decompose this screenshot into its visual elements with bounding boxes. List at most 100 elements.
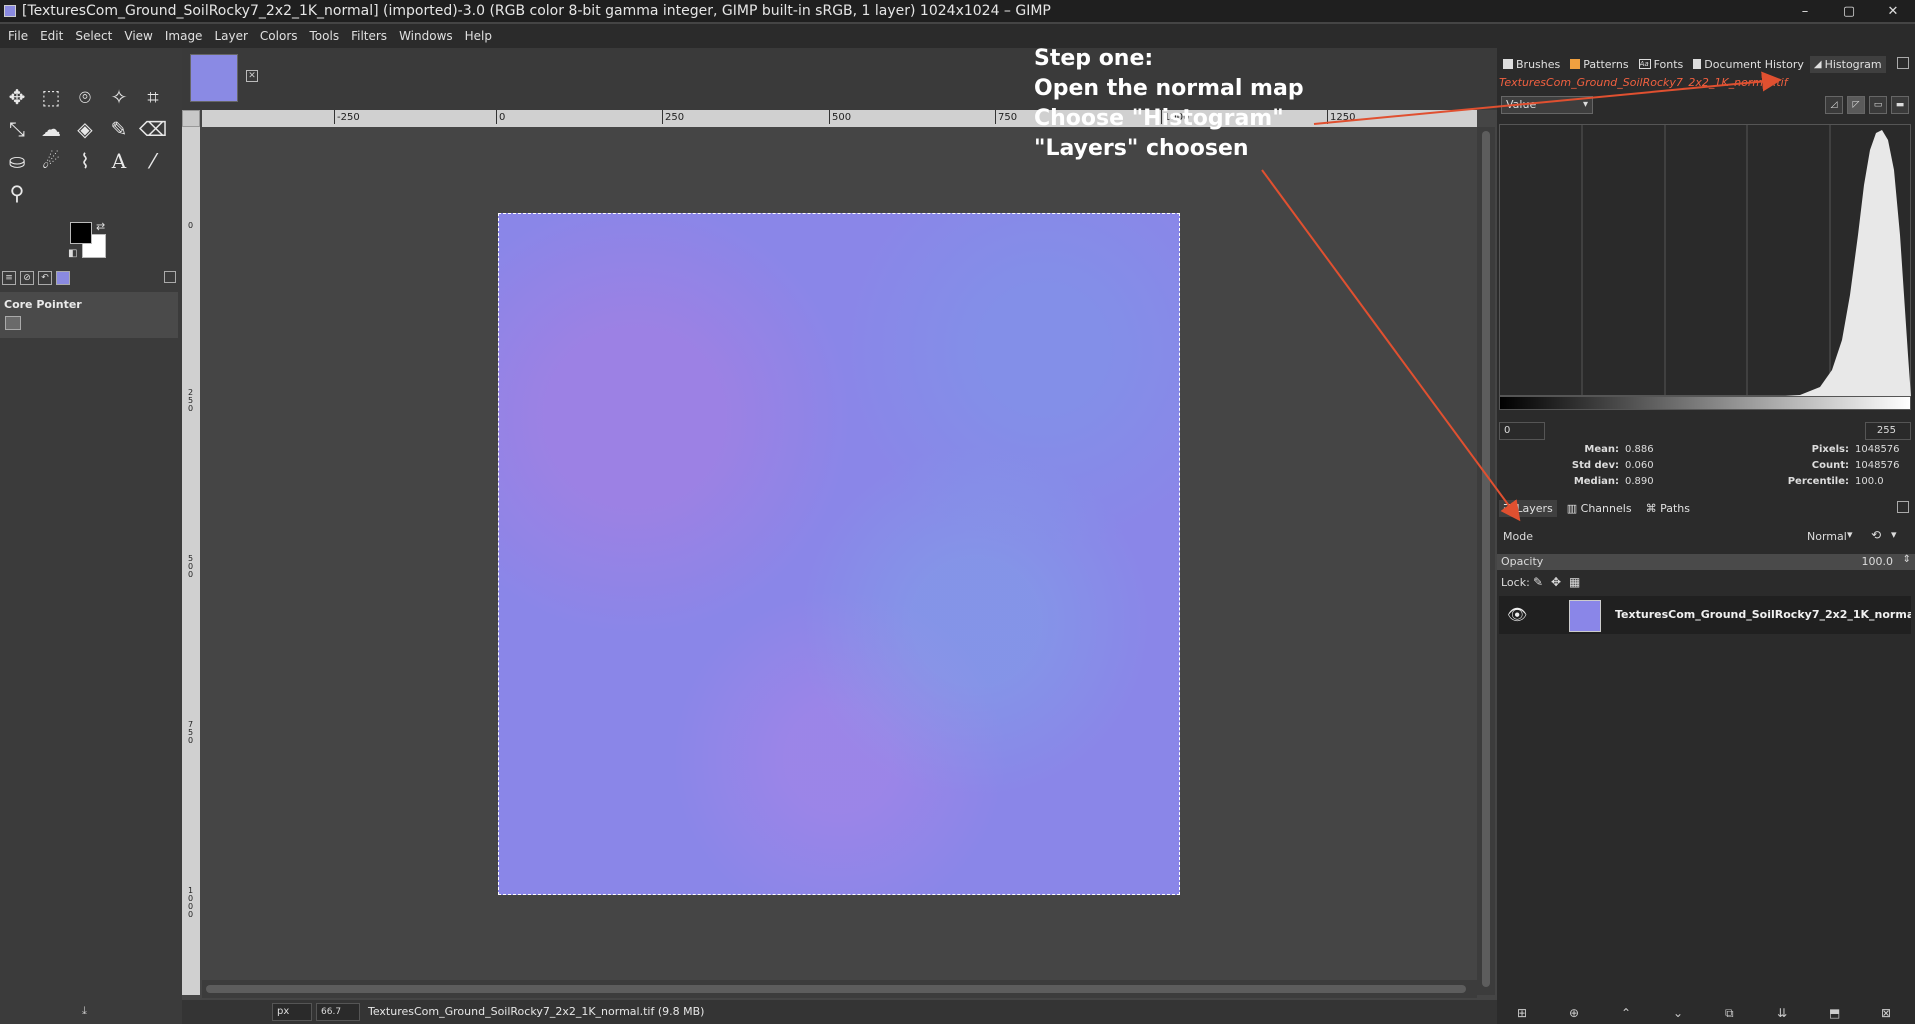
- chevron-down-icon[interactable]: ▾: [1891, 528, 1897, 541]
- mask-layer-icon[interactable]: ⬒: [1829, 1006, 1840, 1020]
- image-tab-thumbnail[interactable]: [190, 54, 238, 102]
- mode-select[interactable]: Normal: [1807, 530, 1847, 543]
- menu-image[interactable]: Image: [159, 29, 209, 43]
- tab-fonts[interactable]: Aa Fonts: [1635, 56, 1688, 73]
- menu-tools[interactable]: Tools: [304, 29, 346, 43]
- layer-row[interactable]: 👁 TexturesCom_Ground_SoilRocky7_2x2_1K_n…: [1499, 596, 1911, 634]
- spin-arrows-icon[interactable]: ⇕: [1903, 554, 1911, 565]
- zoom-select[interactable]: 66.7: [316, 1003, 360, 1021]
- dock-menu-icon[interactable]: [164, 271, 176, 283]
- transform-tool-icon[interactable]: ⤡: [4, 116, 30, 142]
- histogram-plot[interactable]: [1499, 124, 1911, 397]
- ruler-tick: 0: [495, 110, 506, 124]
- tool-options-tab-icon[interactable]: ≡: [2, 271, 16, 285]
- paths-icon: ⌘: [1645, 501, 1661, 515]
- dock-menu-icon[interactable]: [1897, 501, 1909, 513]
- line-view-icon[interactable]: ▬: [1891, 96, 1909, 114]
- lock-position-icon[interactable]: ✥: [1551, 575, 1561, 589]
- stat-label: Percentile:: [1787, 476, 1849, 487]
- menu-filters[interactable]: Filters: [345, 29, 393, 43]
- histogram-channel-select[interactable]: Value ▾: [1501, 96, 1593, 114]
- merge-layer-icon[interactable]: ⇊: [1777, 1006, 1787, 1020]
- foreground-color[interactable]: [70, 222, 92, 244]
- ruler-tick: 250: [661, 110, 685, 124]
- maximize-button[interactable]: ▢: [1827, 0, 1871, 22]
- color-picker-tool-icon[interactable]: ⁄: [140, 148, 166, 174]
- menu-help[interactable]: Help: [459, 29, 498, 43]
- linear-scale-icon[interactable]: ◿: [1825, 96, 1843, 114]
- menu-colors[interactable]: Colors: [254, 29, 304, 43]
- dock-menu-icon[interactable]: [1897, 57, 1909, 69]
- lock-pixels-icon[interactable]: ✎: [1533, 575, 1543, 589]
- menu-windows[interactable]: Windows: [393, 29, 459, 43]
- minimize-button[interactable]: –: [1783, 0, 1827, 22]
- vertical-ruler[interactable]: 0 250 500 750 1000: [182, 127, 200, 995]
- zoom-tool-icon[interactable]: ⚲: [4, 180, 30, 206]
- undo-history-tab-icon[interactable]: ↶: [38, 271, 52, 285]
- raise-layer-icon[interactable]: ⌃: [1621, 1006, 1631, 1020]
- menu-edit[interactable]: Edit: [34, 29, 69, 43]
- duplicate-layer-icon[interactable]: ⧉: [1725, 1006, 1734, 1021]
- tab-channels[interactable]: ▥ Channels: [1563, 500, 1636, 517]
- rect-select-tool-icon[interactable]: ⬚: [38, 84, 64, 110]
- scroll-thumb[interactable]: [1482, 131, 1490, 987]
- warp-tool-icon[interactable]: ☁: [38, 116, 64, 142]
- vertical-scrollbar[interactable]: [1477, 127, 1495, 995]
- lasso-tool-icon[interactable]: ⌾: [72, 84, 98, 110]
- new-layer-group-icon[interactable]: ⊞: [1517, 1006, 1527, 1020]
- horizontal-scrollbar[interactable]: [202, 980, 1477, 998]
- annotation-line: Open the normal map: [1034, 76, 1304, 101]
- tab-layers[interactable]: ☰ Layers: [1499, 499, 1557, 517]
- stat-label: Mean:: [1584, 444, 1619, 455]
- menu-file[interactable]: File: [2, 29, 34, 43]
- menu-select[interactable]: Select: [69, 29, 118, 43]
- log-scale-icon[interactable]: ◸: [1847, 96, 1865, 114]
- menu-view[interactable]: View: [118, 29, 158, 43]
- normal-map-image[interactable]: [498, 213, 1180, 895]
- tab-histogram[interactable]: ◢ Histogram: [1809, 55, 1886, 73]
- paintbrush-tool-icon[interactable]: ✎: [106, 116, 132, 142]
- layer-name[interactable]: TexturesCom_Ground_SoilRocky7_2x2_1K_nor…: [1615, 608, 1911, 621]
- tab-label: Histogram: [1824, 57, 1882, 71]
- text-tool-icon[interactable]: A: [106, 148, 132, 174]
- mode-label: Mode: [1503, 530, 1533, 543]
- eye-icon[interactable]: 👁: [1507, 605, 1527, 624]
- fuzzy-select-tool-icon[interactable]: ✧: [106, 84, 132, 110]
- range-min-input[interactable]: 0: [1499, 422, 1545, 440]
- close-image-tab-icon[interactable]: ✕: [246, 70, 258, 82]
- chevron-down-icon[interactable]: ▾: [1847, 528, 1853, 541]
- device-status-tab-icon[interactable]: ⊘: [20, 271, 34, 285]
- ruler-corner-button[interactable]: [182, 110, 200, 127]
- opacity-slider[interactable]: Opacity 100.0 ⇕: [1497, 554, 1915, 570]
- lock-alpha-icon[interactable]: ▦: [1569, 575, 1580, 589]
- smudge-tool-icon[interactable]: ☄: [38, 148, 64, 174]
- bucket-fill-tool-icon[interactable]: ◈: [72, 116, 98, 142]
- delete-layer-icon[interactable]: ⊠: [1881, 1006, 1891, 1020]
- tab-document-history[interactable]: Document History: [1689, 56, 1808, 73]
- menu-layer[interactable]: Layer: [208, 29, 253, 43]
- lower-layer-icon[interactable]: ⌄: [1673, 1006, 1683, 1020]
- histogram-value-gradient[interactable]: [1499, 396, 1911, 410]
- tab-patterns[interactable]: Patterns: [1566, 56, 1632, 73]
- title-bar: [TexturesCom_Ground_SoilRocky7_2x2_1K_no…: [0, 0, 1915, 22]
- reset-colors-icon[interactable]: ◧: [68, 248, 77, 259]
- swap-colors-icon[interactable]: ⇄: [96, 220, 105, 233]
- clone-tool-icon[interactable]: ⛀: [4, 148, 30, 174]
- crop-tool-icon[interactable]: ⌗: [140, 84, 166, 110]
- eraser-tool-icon[interactable]: ⌫: [139, 116, 167, 142]
- reset-mode-icon[interactable]: ⟲: [1871, 528, 1881, 542]
- toolbox-bottom-icon[interactable]: ⤓: [82, 1004, 87, 1018]
- new-layer-icon[interactable]: ⊕: [1569, 1006, 1579, 1020]
- tab-label: Brushes: [1516, 57, 1561, 71]
- close-button[interactable]: ✕: [1871, 0, 1915, 22]
- bar-view-icon[interactable]: ▭: [1869, 96, 1887, 114]
- scroll-thumb[interactable]: [206, 985, 1466, 993]
- move-tool-icon[interactable]: ✥: [4, 84, 30, 110]
- paths-tool-icon[interactable]: ⌇: [72, 148, 98, 174]
- tab-brushes[interactable]: Brushes: [1499, 56, 1564, 73]
- range-max-input[interactable]: 255: [1865, 422, 1911, 440]
- fg-bg-colors[interactable]: ⇄ ◧: [66, 218, 116, 262]
- images-tab-icon[interactable]: [56, 271, 70, 285]
- unit-select[interactable]: px: [272, 1003, 312, 1021]
- tab-paths[interactable]: ⌘ Paths: [1642, 500, 1694, 517]
